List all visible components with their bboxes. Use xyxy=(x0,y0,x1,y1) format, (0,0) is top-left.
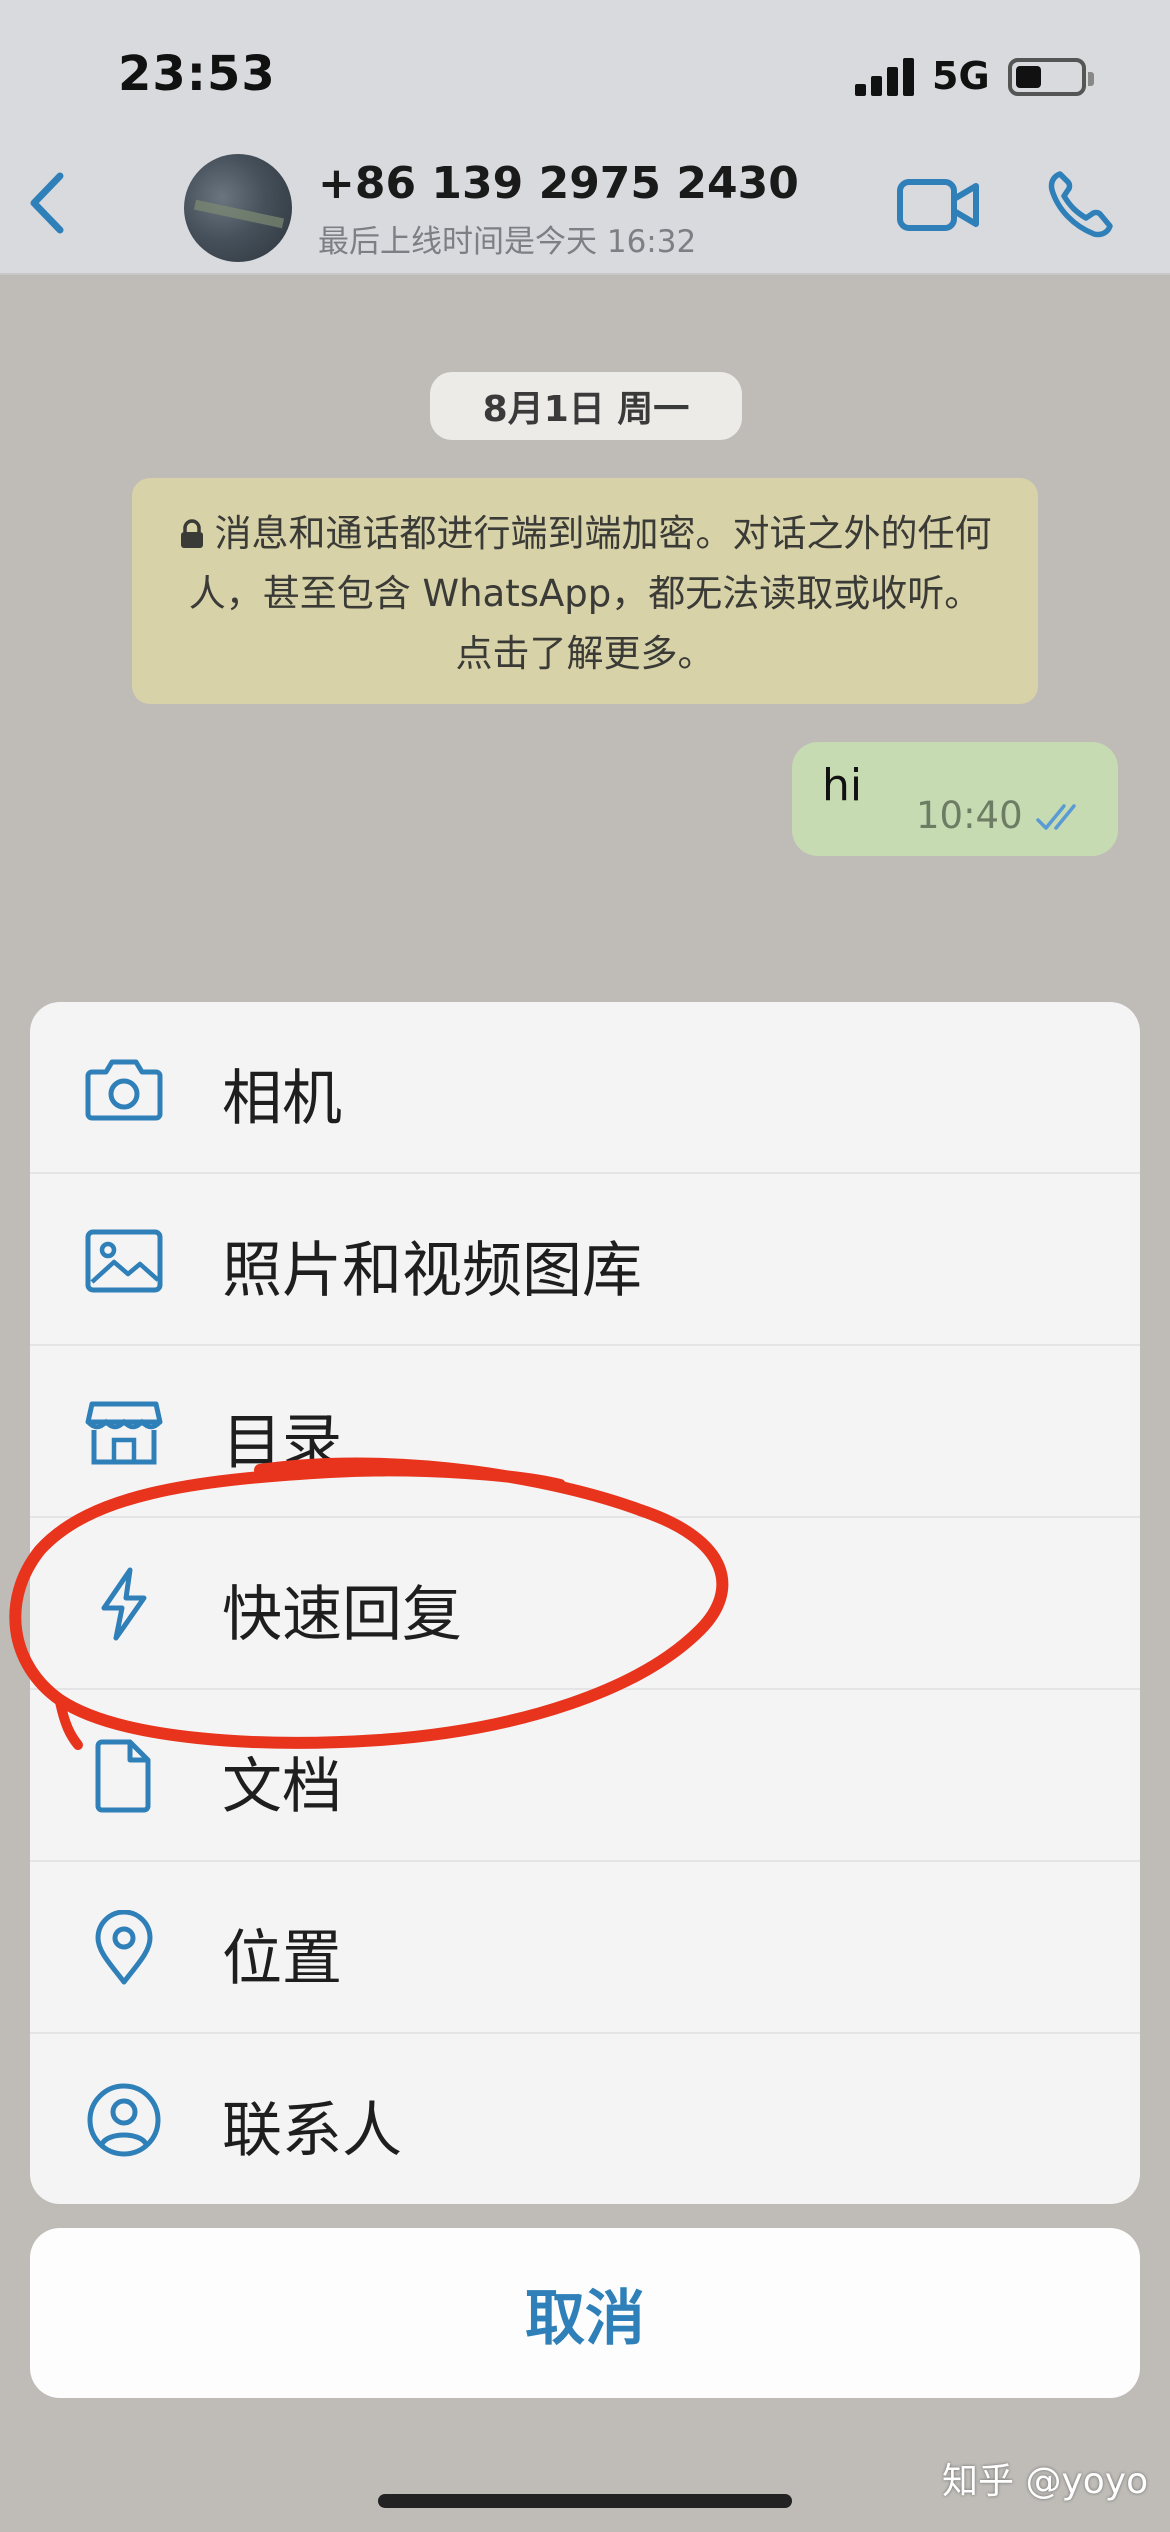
sheet-item-label: 联系人 xyxy=(222,2096,402,2166)
status-time: 23:53 xyxy=(118,46,276,102)
status-bar: 23:53 5G xyxy=(0,0,1170,150)
message-text: hi xyxy=(822,760,863,811)
last-seen-status: 最后上线时间是今天 16:32 xyxy=(318,224,697,260)
contact-icon xyxy=(87,2083,161,2157)
sheet-item-label: 快速回复 xyxy=(222,1580,462,1650)
lock-icon xyxy=(180,519,203,548)
sheet-item-quick-replies[interactable]: 快速回复 xyxy=(30,1518,1140,1690)
camera-icon xyxy=(85,1059,163,1121)
sheet-item-camera[interactable]: 相机 xyxy=(30,1002,1140,1174)
avatar[interactable] xyxy=(184,154,292,262)
sheet-item-document[interactable]: 文档 xyxy=(30,1690,1140,1862)
sheet-item-catalog[interactable]: 目录 xyxy=(30,1346,1140,1518)
storefront-icon xyxy=(85,1401,163,1465)
encryption-notice[interactable]: 消息和通话都进行端到端加密。对话之外的任何人，甚至包含 WhatsApp，都无法… xyxy=(132,478,1038,704)
photo-library-icon xyxy=(85,1229,163,1293)
sheet-item-label: 位置 xyxy=(222,1924,342,1994)
double-check-icon xyxy=(1036,804,1076,830)
document-icon xyxy=(95,1739,151,1813)
message-time: 10:40 xyxy=(916,794,1023,837)
chevron-left-icon[interactable] xyxy=(22,168,72,238)
contact-name[interactable]: +86 139 2975 2430 xyxy=(318,158,799,209)
lightning-icon xyxy=(101,1567,147,1641)
network-type: 5G xyxy=(932,54,990,98)
cellular-signal-icon xyxy=(855,58,917,96)
chat-header: +86 139 2975 2430 最后上线时间是今天 16:32 xyxy=(0,150,1170,275)
sheet-item-label: 照片和视频图库 xyxy=(222,1236,642,1306)
sheet-item-label: 相机 xyxy=(222,1064,342,1134)
sheet-item-label: 文档 xyxy=(222,1752,342,1822)
sheet-item-location[interactable]: 位置 xyxy=(30,1862,1140,2034)
date-separator: 8月1日 周一 xyxy=(430,372,742,440)
cancel-button[interactable]: 取消 xyxy=(30,2228,1140,2398)
sheet-item-contact[interactable]: 联系人 xyxy=(30,2034,1140,2204)
phone-icon[interactable] xyxy=(1046,168,1114,240)
outgoing-message[interactable]: hi 10:40 xyxy=(792,742,1118,856)
attachment-action-sheet: 相机 照片和视频图库 目录 快速回复 文档 位置 联系人 xyxy=(30,1002,1140,2204)
home-indicator xyxy=(378,2494,792,2508)
sheet-item-label: 目录 xyxy=(222,1408,342,1478)
location-pin-icon xyxy=(95,1910,153,1985)
watermark: 知乎 @yoyo xyxy=(942,2461,1149,2502)
encryption-notice-text: 消息和通话都进行端到端加密。对话之外的任何人，甚至包含 WhatsApp，都无法… xyxy=(188,512,992,675)
sheet-item-photo-library[interactable]: 照片和视频图库 xyxy=(30,1174,1140,1346)
video-camera-icon[interactable] xyxy=(896,172,980,238)
battery-icon xyxy=(1008,58,1094,96)
